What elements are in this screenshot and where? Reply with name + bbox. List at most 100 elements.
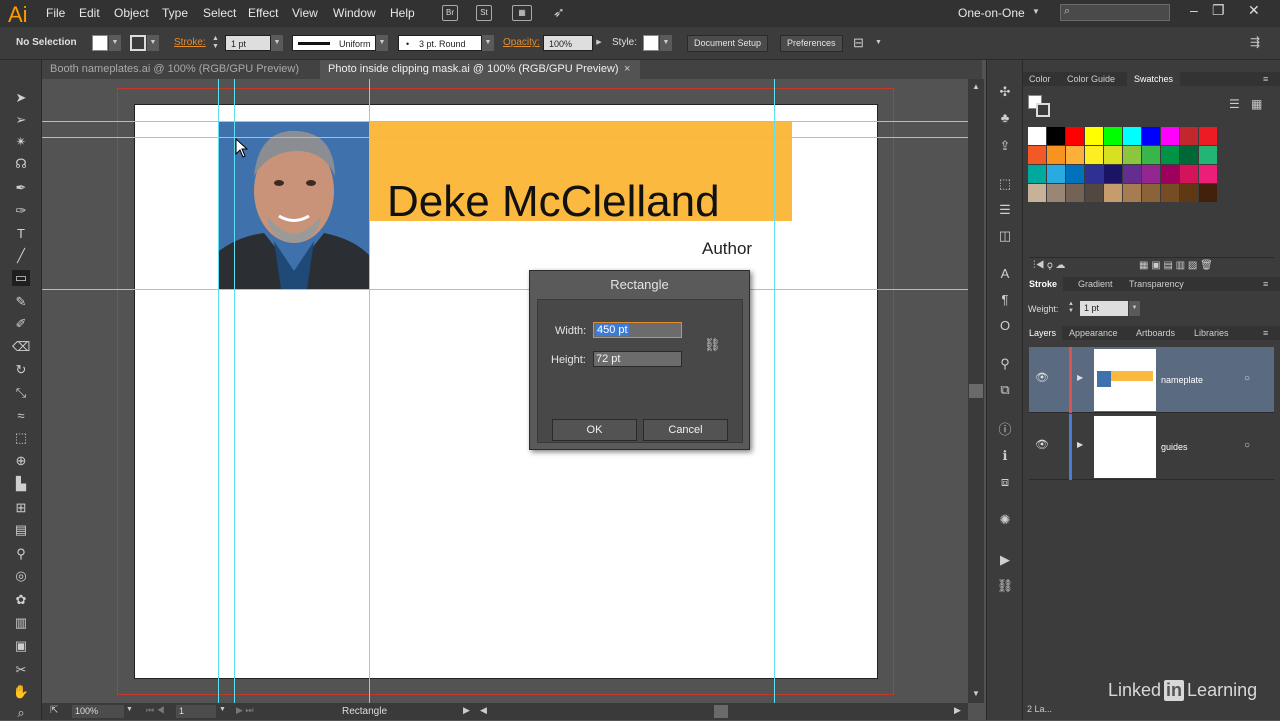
zoom-tool-icon[interactable]: ⌕ bbox=[12, 705, 30, 721]
preferences-button[interactable]: Preferences bbox=[780, 35, 843, 52]
tab-color[interactable]: Color bbox=[1029, 72, 1051, 86]
symbol-sprayer-tool-icon[interactable]: ✿ bbox=[12, 592, 30, 608]
lasso-tool-icon[interactable]: ☊ bbox=[12, 156, 30, 172]
tab-transparency[interactable]: Transparency bbox=[1129, 277, 1184, 291]
color-swatch[interactable] bbox=[1180, 127, 1198, 145]
color-swatch[interactable] bbox=[1180, 165, 1198, 183]
panel-menu-icon[interactable]: ⇶ bbox=[1250, 35, 1260, 49]
layer-name[interactable]: guides bbox=[1161, 442, 1188, 452]
layer-row-guides[interactable]: 👁 ▶ guides ○ bbox=[1029, 414, 1274, 480]
color-swatch[interactable] bbox=[1047, 146, 1065, 164]
search-input[interactable]: ⌕ bbox=[1060, 4, 1170, 21]
guide-vertical[interactable] bbox=[234, 79, 235, 703]
panel-menu-icon[interactable]: ≡ bbox=[1263, 72, 1268, 86]
blend-tool-icon[interactable]: ◎ bbox=[12, 568, 30, 584]
tab-swatches[interactable]: Swatches bbox=[1127, 72, 1181, 86]
scroll-right-icon[interactable]: ▶ bbox=[954, 705, 961, 716]
color-swatch[interactable] bbox=[1123, 165, 1141, 183]
graph-tool-icon[interactable]: ▥ bbox=[12, 615, 30, 631]
constrain-proportions-icon[interactable]: ⛓ bbox=[704, 337, 721, 353]
color-swatch[interactable] bbox=[1180, 146, 1198, 164]
color-swatch[interactable] bbox=[1085, 165, 1103, 183]
close-icon[interactable]: ✕ bbox=[1248, 2, 1260, 19]
weight-dropdown[interactable]: ▼ bbox=[1129, 301, 1140, 316]
line-tool-icon[interactable]: ╱ bbox=[12, 248, 30, 264]
rotate-tool-icon[interactable]: ↻ bbox=[12, 362, 30, 378]
menu-help[interactable]: Help bbox=[390, 6, 415, 20]
color-swatch[interactable] bbox=[1066, 146, 1084, 164]
color-swatch[interactable] bbox=[1085, 146, 1103, 164]
tab-photo-clipping-mask[interactable]: Photo inside clipping mask.ai @ 100% (RG… bbox=[320, 60, 640, 79]
swatch-options-icons[interactable]: ▦ ▣ ▤ ▥ ▨ 🗑 bbox=[1139, 260, 1213, 271]
align-panel-icon[interactable]: ☰ bbox=[996, 202, 1014, 218]
artboard-number-field[interactable]: 1 bbox=[176, 705, 216, 718]
scroll-up-icon[interactable]: ▲ bbox=[972, 82, 980, 91]
opacity-field[interactable]: 100% bbox=[543, 35, 593, 51]
profile-dropdown[interactable]: ▼ bbox=[376, 35, 388, 51]
color-swatch[interactable] bbox=[1161, 165, 1179, 183]
tab-gradient[interactable]: Gradient bbox=[1078, 277, 1113, 291]
stock-icon[interactable]: St bbox=[476, 5, 492, 21]
color-swatch[interactable] bbox=[1142, 165, 1160, 183]
selection-tool-icon[interactable]: ➤ bbox=[12, 90, 30, 106]
paintbrush-tool-icon[interactable]: ✎ bbox=[12, 294, 30, 310]
menu-object[interactable]: Object bbox=[114, 6, 149, 20]
rectangle-tool-icon[interactable]: ▭ bbox=[12, 270, 30, 286]
brush-definition[interactable]: • 3 pt. Round bbox=[398, 35, 482, 51]
color-swatch[interactable] bbox=[1066, 184, 1084, 202]
visibility-eye-icon[interactable]: 👁 bbox=[1035, 438, 1049, 451]
chevron-down-icon[interactable]: ▼ bbox=[875, 39, 882, 46]
transform-icon[interactable]: ⬚ bbox=[996, 176, 1014, 192]
color-swatch[interactable] bbox=[1142, 184, 1160, 202]
stroke-indicator[interactable] bbox=[1036, 103, 1050, 117]
minimize-icon[interactable]: – bbox=[1190, 2, 1198, 18]
expand-arrow-icon[interactable]: ▶ bbox=[1077, 373, 1083, 382]
artboard-dropdown-icon[interactable]: ▼ bbox=[219, 706, 226, 713]
fill-swatch[interactable] bbox=[92, 35, 108, 51]
next-artboard-icon[interactable]: ▶ ⏭ bbox=[236, 705, 254, 716]
artboard-tool-icon[interactable]: ▣ bbox=[12, 638, 30, 654]
color-swatch[interactable] bbox=[1028, 127, 1046, 145]
color-swatch[interactable] bbox=[1180, 184, 1198, 202]
free-transform-tool-icon[interactable]: ⬚ bbox=[12, 430, 30, 446]
guide-horizontal[interactable] bbox=[42, 137, 968, 138]
target-circle-icon[interactable]: ○ bbox=[1244, 440, 1250, 451]
links-icon[interactable]: ⧈ bbox=[996, 474, 1014, 490]
stroke-dropdown[interactable]: ▼ bbox=[147, 35, 159, 51]
menu-type[interactable]: Type bbox=[162, 6, 188, 20]
arrange-documents-icon[interactable]: ▦ bbox=[512, 5, 532, 21]
color-swatch[interactable] bbox=[1123, 146, 1141, 164]
scroll-thumb[interactable] bbox=[969, 384, 983, 398]
swatch-libraries-icon[interactable]: ⫶◀ ⚲ ☁ bbox=[1033, 260, 1065, 271]
color-swatch[interactable] bbox=[1142, 127, 1160, 145]
menu-file[interactable]: File bbox=[46, 6, 65, 20]
target-circle-icon[interactable]: ○ bbox=[1244, 373, 1250, 384]
color-swatch[interactable] bbox=[1066, 127, 1084, 145]
puppet-warp-icon[interactable]: ✣ bbox=[996, 84, 1014, 100]
color-swatch[interactable] bbox=[1199, 127, 1217, 145]
scroll-down-icon[interactable]: ▼ bbox=[972, 689, 980, 698]
cancel-button[interactable]: Cancel bbox=[643, 419, 728, 441]
tab-stroke[interactable]: Stroke bbox=[1023, 277, 1064, 291]
perspective-grid-tool-icon[interactable]: ▙ bbox=[12, 476, 30, 492]
panel-menu-icon[interactable]: ≡ bbox=[1263, 326, 1268, 340]
symbols-icon[interactable]: ♣ bbox=[996, 110, 1014, 126]
color-swatch[interactable] bbox=[1047, 165, 1065, 183]
stroke-weight-field[interactable]: 1 pt bbox=[225, 35, 271, 51]
fill-dropdown[interactable]: ▼ bbox=[109, 35, 121, 51]
guide-vertical[interactable] bbox=[369, 79, 370, 703]
opacity-arrow[interactable]: ▶ bbox=[593, 35, 605, 51]
slice-tool-icon[interactable]: ✂ bbox=[12, 662, 30, 678]
asset-export-icon[interactable]: ⇪ bbox=[996, 138, 1014, 154]
color-swatch[interactable] bbox=[1161, 146, 1179, 164]
align-icon[interactable]: ⊟ bbox=[853, 35, 864, 51]
vertical-scrollbar[interactable]: ▲ ▼ bbox=[968, 79, 984, 703]
restore-icon[interactable]: ❐ bbox=[1212, 2, 1225, 19]
color-swatch[interactable] bbox=[1104, 184, 1122, 202]
menu-edit[interactable]: Edit bbox=[79, 6, 100, 20]
opentype-icon[interactable]: O bbox=[996, 318, 1014, 334]
color-swatch[interactable] bbox=[1199, 146, 1217, 164]
appearance-icon[interactable]: ✺ bbox=[996, 512, 1014, 528]
visibility-eye-icon[interactable]: 👁 bbox=[1035, 371, 1049, 384]
tab-booth-nameplates[interactable]: Booth nameplates.ai @ 100% (RGB/GPU Prev… bbox=[42, 60, 320, 79]
